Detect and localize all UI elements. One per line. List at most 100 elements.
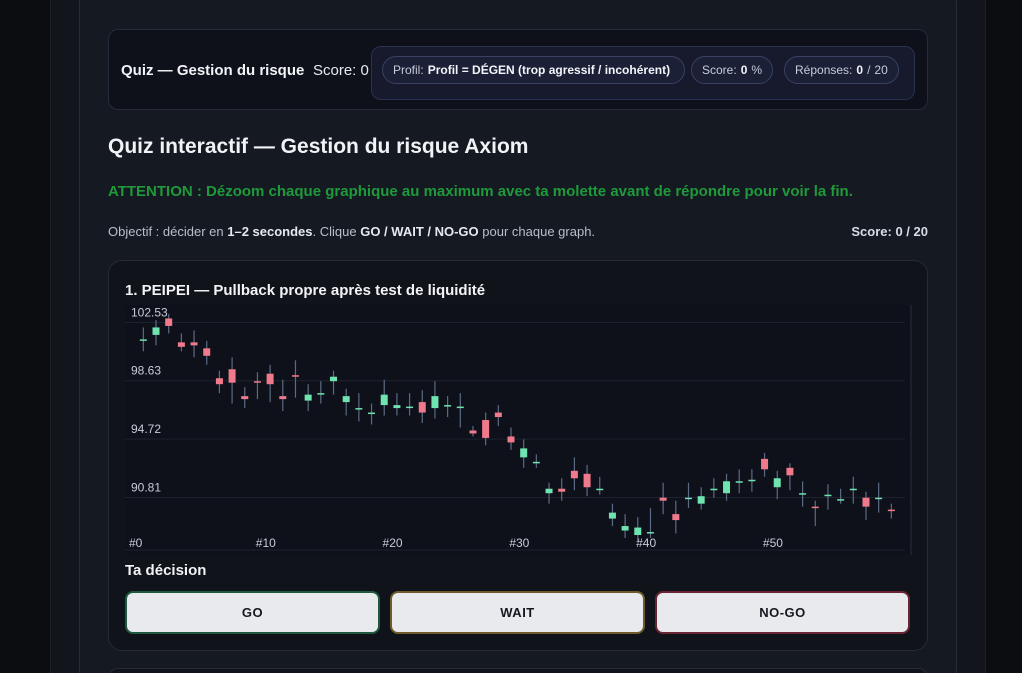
candle-body [253,381,261,383]
candle-body [203,348,211,356]
candle-body [634,527,642,536]
decision-label: Ta décision [125,562,207,579]
objective-time: 1–2 secondes [227,224,313,239]
candle-body [887,509,895,512]
candle-body [139,339,147,341]
candle-body [811,506,819,509]
stats-badges: Profil: Profil = DÉGEN (trop agressif / … [371,46,915,100]
candle-body [723,481,731,494]
candle-body [469,430,477,434]
candle-body [304,394,312,401]
candle-body [583,473,591,488]
question-card: 1. PEIPEI — Pullback propre après test d… [108,260,928,651]
candle-body [215,378,223,385]
candle-body [659,497,667,501]
candle-body [608,512,616,519]
y-tick-label: 90.81 [131,481,161,495]
answers-label: Réponses: [795,63,853,77]
profile-label: Profil: [393,63,424,77]
x-tick-label: #20 [383,536,403,550]
x-tick-label: #0 [129,536,143,550]
candle-body [291,375,299,377]
candle-body [177,342,185,347]
candle-body [152,327,160,335]
candle-body [748,479,756,482]
candle-body [482,420,490,438]
quiz-header-title: Quiz — Gestion du risque [121,62,305,79]
candle-body [596,488,604,491]
candle-body [697,496,705,504]
page-title: Quiz interactif — Gestion du risque Axio… [108,135,529,158]
score-badge: Score: 0 % [691,56,774,84]
candle-body [431,396,439,409]
profile-badge: Profil: Profil = DÉGEN (trop agressif / … [382,56,686,84]
candle-body [368,412,376,415]
y-tick-label: 98.63 [131,364,161,378]
candle-body [330,376,338,382]
candle-body [849,488,857,491]
answers-total: 20 [874,63,888,77]
objective-buttons: GO / WAIT / NO-GO [360,224,479,239]
quiz-header-score: Score: 0 [313,62,369,79]
y-tick-label: 94.72 [131,422,161,436]
candle-body [799,493,807,495]
question-title: 1. PEIPEI — Pullback propre après test d… [125,282,486,299]
objective-suffix: pour chaque graph. [478,224,596,239]
candle-body [228,369,236,383]
candle-body [355,408,363,410]
nogo-button[interactable]: NO-GO [655,591,910,634]
x-tick-label: #30 [509,536,529,550]
candle-body [266,373,274,385]
candle-body [875,497,883,500]
candle-body [621,526,629,531]
candle-body [520,448,528,458]
candle-body [824,494,832,497]
chart-background [125,305,912,555]
candle-body [165,318,173,326]
score-unit: % [751,63,763,77]
candle-body [241,396,249,400]
candle-body [393,405,401,409]
x-tick-label: #40 [636,536,656,550]
quiz-header: Quiz — Gestion du risque Score: 0 Profil… [108,29,928,110]
candle-body [761,458,769,470]
zoom-warning: ATTENTION : Dézoom chaque graphique au m… [108,183,853,200]
candle-body [862,497,870,507]
candle-body [380,394,388,406]
x-tick-label: #10 [256,536,276,550]
chart-container[interactable]: 102.53 98.63 94.72 90.81 #0 #10 #20 #30 #40 #50 [125,305,912,555]
candle-body [342,396,350,403]
candle-body [279,396,287,400]
candle-body [773,478,781,488]
candle-body [317,393,325,395]
candle-body [418,402,426,413]
objective-prefix: Objectif : décider en [108,224,228,239]
candle-body [672,514,680,521]
wait-button[interactable]: WAIT [390,591,645,634]
profile-value: Profil = DÉGEN (trop agressif / incohére… [427,63,671,77]
candle-body [444,405,452,407]
answers-badge: Réponses: 0 / 20 [784,56,899,84]
next-question-card [108,668,928,673]
y-tick-label: 102.53 [131,306,168,320]
candle-body [406,406,414,409]
score-label: Score: [702,63,737,77]
candle-body [684,497,692,500]
objective-mid: . Clique [312,224,361,239]
candlestick-chart[interactable]: 102.53 98.63 94.72 90.81 #0 #10 #20 #30 #40 #50 [125,305,912,555]
candle-body [532,461,540,464]
go-button[interactable]: GO [125,591,380,634]
answers-sep: / [867,63,871,77]
candle-body [190,342,198,346]
candle-body [646,532,654,534]
candle-body [786,467,794,476]
x-tick-label: #50 [763,536,783,550]
candle-body [735,481,743,483]
candle-body [837,499,845,501]
score-summary: Score: 0 / 20 [851,224,928,239]
answers-value: 0 [856,63,864,77]
score-value: 0 [740,63,748,77]
candle-body [507,436,515,443]
candle-body [494,412,502,418]
candle-body [558,488,566,492]
